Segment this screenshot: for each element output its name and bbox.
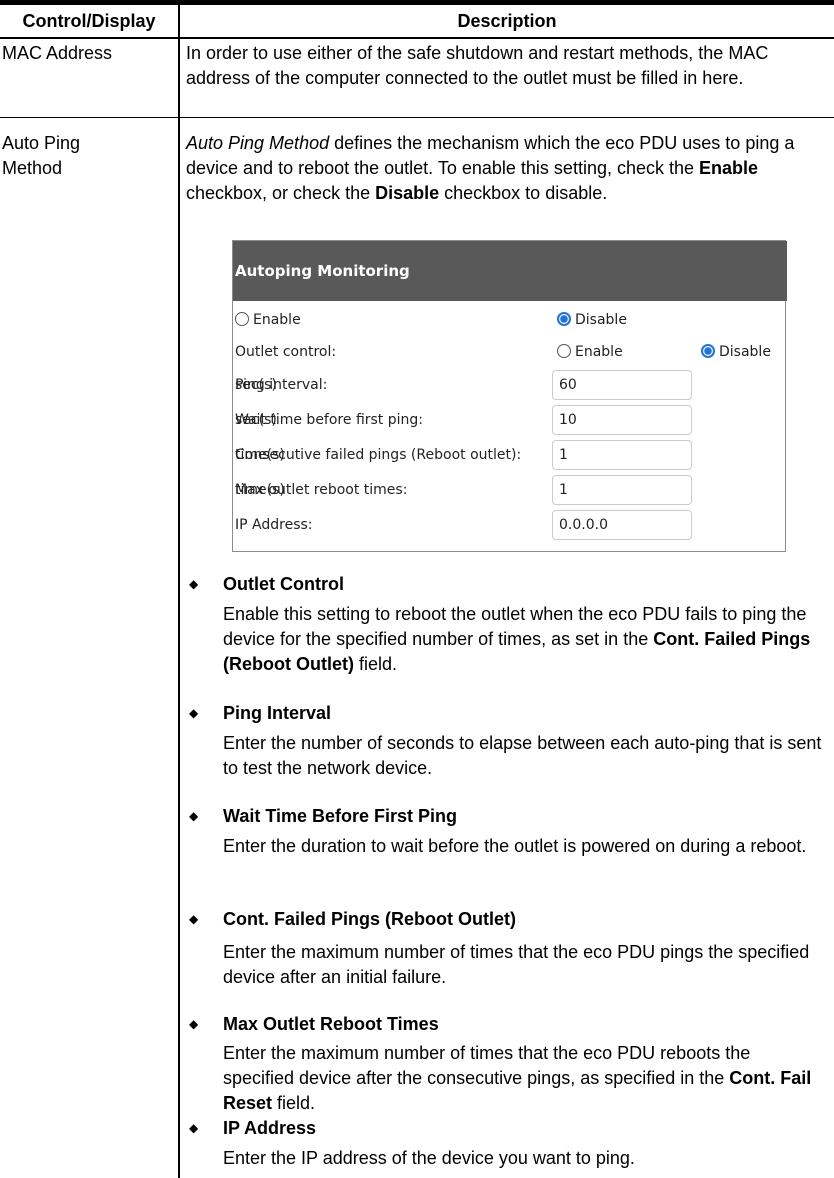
bullet-body: Enter the duration to wait before the ou…: [223, 836, 807, 856]
intro-text-2: checkbox, or check the: [186, 183, 376, 203]
radio-on-icon: [557, 312, 571, 326]
bullet-body: Enter the number of seconds to elapse be…: [223, 733, 822, 778]
bullet-diamond-icon: ◆: [189, 1121, 199, 1135]
ping-interval-unit: sec(s): [235, 377, 277, 393]
consecutive-failed-pings-input[interactable]: 1: [552, 440, 692, 470]
autoping-enable-option[interactable]: Enable: [235, 305, 301, 335]
row-label-line1: Auto Ping: [2, 133, 81, 153]
radio-off-icon: [235, 312, 249, 326]
bullet-body-after: field.: [272, 1093, 316, 1113]
column-header-description: Description: [457, 11, 557, 31]
bullet-title: Max Outlet Reboot Times: [223, 1014, 439, 1034]
autoping-enable-label: Enable: [253, 312, 301, 328]
table-top-border: [0, 0, 834, 5]
bullet-diamond-icon: ◆: [189, 1017, 199, 1031]
row-label-mac-address: MAC Address: [2, 43, 113, 63]
bullet-title: Cont. Failed Pings (Reboot Outlet): [223, 909, 516, 929]
bullet-diamond-icon: ◆: [189, 912, 199, 926]
bullet-body-after: field.: [353, 654, 398, 674]
bullet-diamond-icon: ◆: [189, 809, 199, 823]
bullet-title: Ping Interval: [223, 703, 332, 723]
autoping-title: Autoping Monitoring: [233, 241, 787, 301]
wait-time-unit: sec(s): [235, 412, 277, 428]
consecutive-failed-pings-unit: time(s): [235, 447, 285, 463]
row-description-mac-address: In order to use either of the safe shutd…: [186, 43, 769, 88]
bullet-title: IP Address: [223, 1118, 317, 1138]
field-label-ip-address: IP Address:: [235, 517, 313, 533]
autoping-monitoring-screenshot: Autoping Monitoring Enable Disable Outle…: [232, 240, 787, 552]
bullet-title: Outlet Control: [223, 574, 344, 594]
row-description-auto-ping-method: Auto Ping Method defines the mechanism w…: [186, 131, 826, 206]
outlet-control-enable-label: Enable: [575, 344, 623, 360]
outlet-control-disable-option[interactable]: Disable: [701, 337, 771, 367]
wait-time-input[interactable]: 10: [552, 405, 692, 435]
max-reboot-unit: time(s): [235, 482, 285, 498]
radio-on-icon: [701, 344, 715, 358]
outlet-control-enable-option[interactable]: Enable: [557, 337, 623, 367]
bullet-diamond-icon: ◆: [189, 577, 199, 591]
header-divider: [0, 37, 834, 39]
radio-off-icon: [557, 344, 571, 358]
bullet-body: Enter the maximum number of times that t…: [223, 1041, 823, 1116]
ip-address-input[interactable]: 0.0.0.0: [552, 510, 692, 540]
bullet-diamond-icon: ◆: [189, 706, 199, 720]
row-label-line2: Method: [2, 158, 63, 178]
bullet-body-text: Enter the maximum number of times that t…: [223, 1043, 751, 1088]
bullet-body: Enable this setting to reboot the outlet…: [223, 602, 823, 677]
intro-disable-term: Disable: [375, 183, 440, 203]
row-label-auto-ping-method: Auto Ping Method: [2, 131, 172, 181]
outlet-control-label: Outlet control:: [235, 344, 337, 360]
bullet-body: Enter the maximum number of times that t…: [223, 942, 810, 987]
intro-enable-term: Enable: [699, 158, 759, 178]
row-divider: [0, 117, 834, 118]
max-reboot-input[interactable]: 1: [552, 475, 692, 505]
bullet-body: Enter the IP address of the device you w…: [223, 1148, 635, 1168]
intro-italic-term: Auto Ping Method: [186, 133, 330, 153]
ping-interval-input[interactable]: 60: [552, 370, 692, 400]
column-header-control: Control/Display: [22, 11, 156, 31]
column-divider: [178, 5, 180, 1178]
intro-text-3: checkbox to disable.: [439, 183, 608, 203]
bullet-title: Wait Time Before First Ping: [223, 806, 458, 826]
autoping-disable-option[interactable]: Disable: [557, 305, 627, 335]
outlet-control-disable-label: Disable: [719, 344, 771, 360]
autoping-disable-label: Disable: [575, 312, 627, 328]
